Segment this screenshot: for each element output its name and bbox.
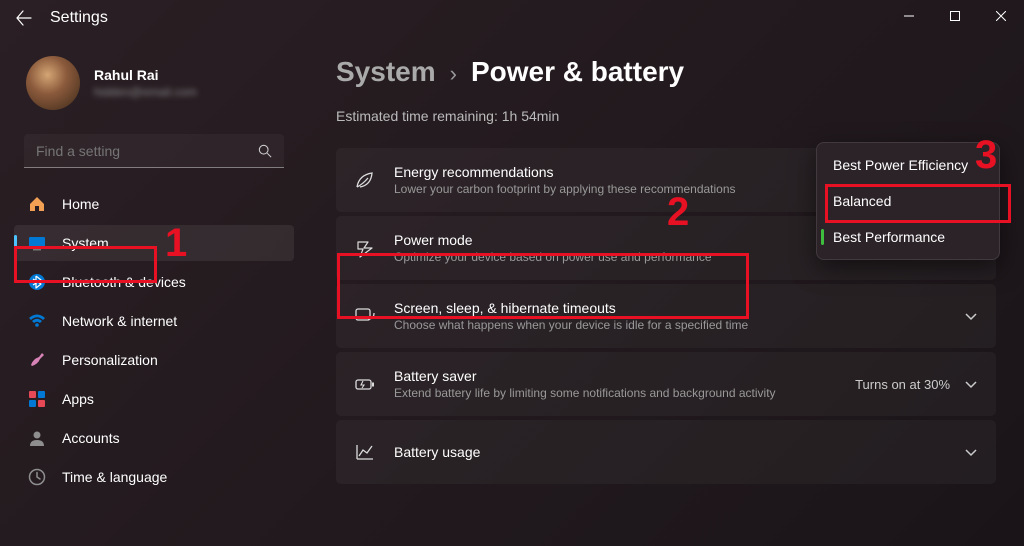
sidebar-item-system[interactable]: System xyxy=(14,225,294,261)
sidebar-item-label: Personalization xyxy=(62,352,158,368)
dropdown-item-performance[interactable]: Best Performance xyxy=(821,219,995,255)
sidebar-item-accounts[interactable]: Accounts xyxy=(14,420,294,456)
back-arrow-icon[interactable] xyxy=(16,10,32,26)
app-title: Settings xyxy=(50,9,108,27)
chevron-down-icon xyxy=(964,445,978,459)
setting-title: Battery saver xyxy=(394,368,855,384)
sidebar-item-apps[interactable]: Apps xyxy=(14,381,294,417)
energy-recommendations-card[interactable]: Energy recommendations Lower your carbon… xyxy=(336,148,996,212)
leaf-icon xyxy=(354,169,376,191)
power-mode-icon xyxy=(354,237,376,259)
battery-saver-status: Turns on at 30% xyxy=(855,377,950,392)
battery-saver-card[interactable]: Battery saver Extend battery life by lim… xyxy=(336,352,996,416)
power-mode-dropdown: Best Power Efficiency Balanced Best Perf… xyxy=(816,142,1000,260)
brush-icon xyxy=(28,351,46,369)
settings-list: Energy recommendations Lower your carbon… xyxy=(336,148,996,484)
dropdown-item-efficiency[interactable]: Best Power Efficiency xyxy=(821,147,995,183)
breadcrumb-parent[interactable]: System xyxy=(336,56,436,88)
sidebar-item-label: Time & language xyxy=(62,469,167,485)
sidebar-item-time[interactable]: Time & language xyxy=(14,459,294,495)
sidebar-item-label: Network & internet xyxy=(62,313,177,329)
user-name: Rahul Rai xyxy=(94,67,197,83)
sidebar: Rahul Rai hidden@email.com Home System B… xyxy=(0,36,308,546)
sleep-icon xyxy=(354,305,376,327)
titlebar: Settings xyxy=(0,0,1024,36)
chevron-down-icon xyxy=(964,309,978,323)
sidebar-item-label: Apps xyxy=(62,391,94,407)
close-button[interactable] xyxy=(978,0,1024,32)
sidebar-item-label: Home xyxy=(62,196,99,212)
search-icon xyxy=(258,144,272,158)
system-icon xyxy=(28,234,46,252)
sidebar-item-personalization[interactable]: Personalization xyxy=(14,342,294,378)
wifi-icon xyxy=(28,312,46,330)
sidebar-item-network[interactable]: Network & internet xyxy=(14,303,294,339)
sidebar-item-bluetooth[interactable]: Bluetooth & devices xyxy=(14,264,294,300)
sidebar-item-home[interactable]: Home xyxy=(14,186,294,222)
chevron-down-icon xyxy=(964,377,978,391)
search-box[interactable] xyxy=(24,134,284,168)
window-controls xyxy=(886,0,1024,32)
dropdown-item-balanced[interactable]: Balanced xyxy=(821,183,995,219)
sidebar-item-label: Bluetooth & devices xyxy=(62,274,186,290)
home-icon xyxy=(28,195,46,213)
minimize-button[interactable] xyxy=(886,0,932,32)
user-section[interactable]: Rahul Rai hidden@email.com xyxy=(10,36,298,124)
chevron-right-icon: › xyxy=(450,61,457,87)
battery-usage-card[interactable]: Battery usage xyxy=(336,420,996,484)
account-icon xyxy=(28,429,46,447)
sidebar-item-label: Accounts xyxy=(62,430,120,446)
bluetooth-icon xyxy=(28,273,46,291)
search-input[interactable] xyxy=(36,143,258,159)
maximize-button[interactable] xyxy=(932,0,978,32)
breadcrumb-current: Power & battery xyxy=(471,56,684,88)
setting-desc: Choose what happens when your device is … xyxy=(394,318,964,332)
sidebar-item-label: System xyxy=(62,235,109,251)
setting-title: Battery usage xyxy=(394,444,964,460)
chart-icon xyxy=(354,441,376,463)
screen-sleep-card[interactable]: Screen, sleep, & hibernate timeouts Choo… xyxy=(336,284,996,348)
battery-saver-icon xyxy=(354,373,376,395)
setting-desc: Extend battery life by limiting some not… xyxy=(394,386,855,400)
main-panel: System › Power & battery Estimated time … xyxy=(308,36,1024,546)
breadcrumb: System › Power & battery xyxy=(336,56,996,88)
avatar xyxy=(26,56,80,110)
estimated-time: Estimated time remaining: 1h 54min xyxy=(336,108,996,124)
setting-title: Screen, sleep, & hibernate timeouts xyxy=(394,300,964,316)
user-email: hidden@email.com xyxy=(94,85,197,99)
apps-icon xyxy=(28,390,46,408)
clock-icon xyxy=(28,468,46,486)
